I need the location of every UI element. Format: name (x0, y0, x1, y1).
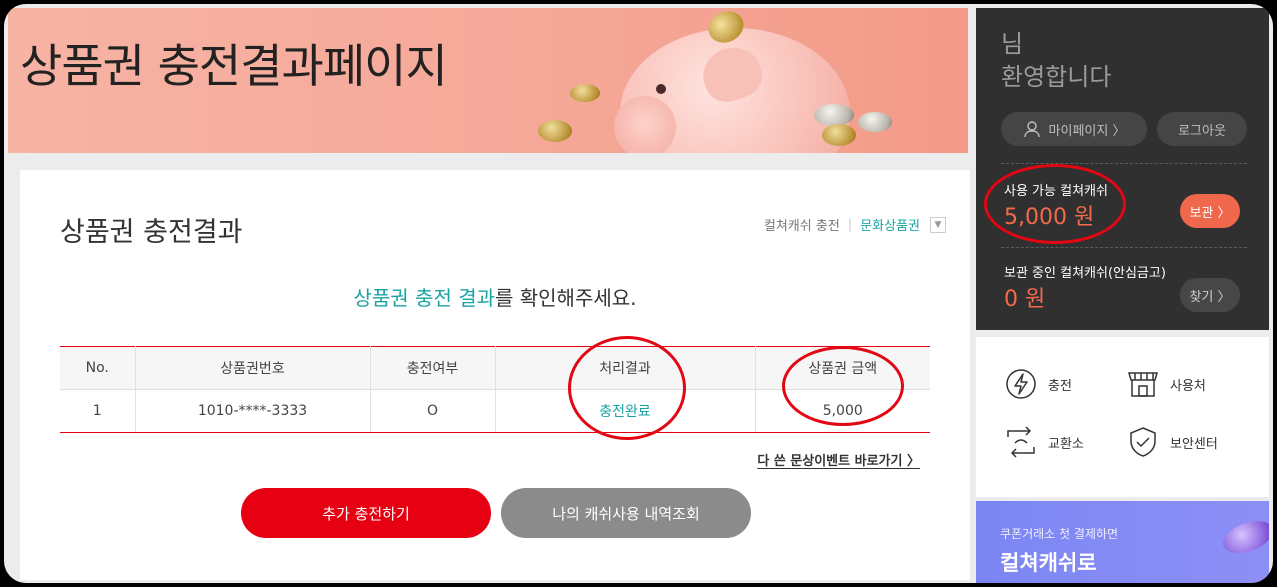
coin-icon (822, 124, 856, 146)
menu-label: 보안센터 (1170, 436, 1218, 452)
coin-icon (814, 104, 854, 126)
mypage-button[interactable]: 마이페이지 〉 (1001, 112, 1147, 146)
promo-title: 컬쳐캐쉬로 (1000, 551, 1097, 575)
crumb-gift-card[interactable]: 문화상품권 (860, 215, 920, 234)
coin-icon (1218, 514, 1269, 560)
menu-label: 사용처 (1170, 378, 1206, 394)
table-header-row: No. 상품권번호 충전여부 처리결과 상품권 금액 (60, 346, 930, 390)
store-icon (1128, 372, 1158, 397)
piggy-eye (656, 84, 666, 94)
promo-subtitle: 쿠폰거래소 첫 결제하면 (1000, 527, 1119, 541)
chevron-down-icon[interactable]: ▼ (930, 216, 946, 233)
coin-icon (538, 120, 572, 142)
menu-item-security[interactable]: 보안센터 (1126, 425, 1218, 459)
page-banner: 상품권 충전결과페이지 (8, 8, 968, 153)
charge-more-button[interactable]: 추가 충전하기 (241, 488, 491, 538)
event-link[interactable]: 다 쓴 문상이벤트 바로가기 〉 (757, 450, 920, 469)
breadcrumb: 컬쳐캐쉬 충전 | 문화상품권 ▼ (764, 215, 946, 234)
result-card: 상품권 충전결과 컬쳐캐쉬 충전 | 문화상품권 ▼ 상품권 충전 결과를 확인… (20, 170, 970, 580)
crumb-culture-cash[interactable]: 컬쳐캐쉬 충전 (764, 215, 840, 234)
keep-button[interactable]: 보관 〉 (1180, 194, 1240, 228)
result-notice: 상품권 충전 결과를 확인해주세요. (20, 282, 970, 311)
find-button[interactable]: 찾기 〉 (1180, 278, 1240, 312)
cell-card-number: 1010-****-3333 (135, 389, 371, 433)
stored-cash-value: 0 원 (1004, 287, 1046, 312)
coin-icon (858, 112, 892, 132)
table-row: 1 1010-****-3333 O 충전완료 5,000 (60, 389, 930, 433)
notice-text: 를 확인해주세요. (495, 286, 637, 310)
section-title: 상품권 충전결과 (60, 217, 243, 248)
menu-label: 교환소 (1048, 436, 1084, 452)
col-header-amount: 상품권 금액 (755, 346, 930, 390)
available-cash-value: 5,000 원 (1004, 205, 1095, 230)
mypage-label: 마이페이지 〉 (1048, 123, 1126, 139)
promo-banner[interactable]: 쿠폰거래소 첫 결제하면 컬쳐캐쉬로 (976, 501, 1269, 583)
shield-check-icon (1130, 427, 1156, 457)
menu-item-exchange[interactable]: 교환소 (1004, 425, 1084, 459)
menu-item-charge[interactable]: 충전 (1004, 367, 1072, 401)
charge-bolt-icon (1006, 369, 1036, 399)
col-header-card-number: 상품권번호 (135, 346, 371, 390)
result-table: No. 상품권번호 충전여부 처리결과 상품권 금액 1 1010-****-3… (60, 346, 930, 433)
available-cash-label: 사용 가능 컬쳐캐쉬 (1004, 184, 1108, 199)
greeting: 님 환영합니다 (1001, 28, 1111, 94)
col-header-result: 처리결과 (495, 346, 756, 390)
col-header-no: No. (60, 346, 136, 390)
logout-button[interactable]: 로그아웃 (1157, 112, 1247, 146)
divider (1001, 163, 1247, 164)
menu-label: 충전 (1048, 378, 1072, 394)
col-header-charged: 충전여부 (370, 346, 496, 390)
cell-amount: 5,000 (755, 389, 930, 433)
cash-history-button[interactable]: 나의 캐쉬사용 내역조회 (501, 488, 751, 538)
exchange-icon (1007, 426, 1035, 458)
menu-item-store[interactable]: 사용처 (1126, 367, 1206, 401)
user-icon (1023, 121, 1040, 138)
quick-menu: 충전 사용처 교환소 보안센터 (976, 337, 1269, 497)
browser-frame: 상품권 충전결과페이지 상품권 충전결과 컬쳐캐쉬 충전 | 문화상품권 ▼ 상… (4, 4, 1273, 583)
divider (1001, 247, 1247, 248)
cell-no: 1 (60, 389, 136, 433)
piggy-snout (614, 96, 676, 153)
cell-result: 충전완료 (495, 389, 756, 433)
banner-title: 상품권 충전결과페이지 (20, 39, 448, 93)
user-panel: 님 환영합니다 마이페이지 〉 로그아웃 사용 가능 컬쳐캐쉬 5,000 원 … (976, 8, 1269, 330)
cell-charged: O (370, 389, 496, 433)
notice-highlight: 상품권 충전 결과 (353, 286, 495, 310)
greeting-welcome: 환영합니다 (1001, 63, 1112, 91)
stored-cash-label: 보관 중인 컬쳐캐쉬(안심금고) (1004, 266, 1166, 281)
crumb-separator: | (847, 217, 853, 232)
coin-icon (570, 84, 600, 102)
greeting-name: 님 (1001, 30, 1024, 58)
